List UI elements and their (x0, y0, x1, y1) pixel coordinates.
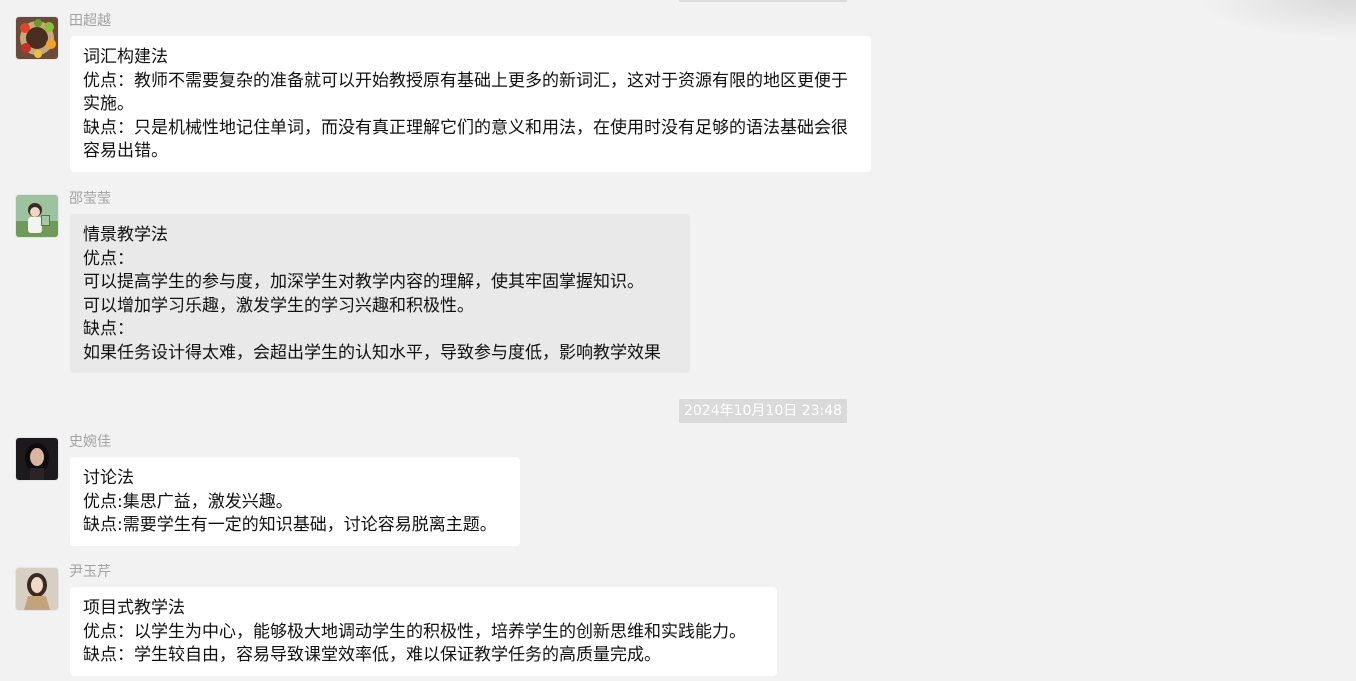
portrait-avatar-icon[interactable] (16, 568, 58, 610)
message-line: 优点：教师不需要复杂的准备就可以开始教授原有基础上更多的新词汇，这对于资源有限的… (83, 70, 848, 115)
girl-in-field-avatar-icon[interactable] (16, 195, 58, 237)
message-line: 缺点:需要学生有一定的知识基础，讨论容易脱离主题。 (83, 515, 497, 535)
message-line: 情景教学法 (83, 225, 168, 245)
dark-portrait-avatar-icon[interactable] (16, 438, 58, 480)
message-line: 优点： (83, 248, 134, 269)
message-line: 如果任务设计得太难，会超出学生的认知水平，导致参与度低，影响教学效果 (83, 342, 661, 363)
previous-timestamp-fragment (679, 0, 847, 2)
sender-name: 史婉佳 (69, 434, 111, 450)
message-bubble[interactable]: 讨论法 优点:集思广益，激发兴趣。 缺点:需要学生有一定的知识基础，讨论容易脱离… (70, 457, 520, 546)
message-line: 词汇构建法 (83, 47, 168, 67)
message-line: 优点：以学生为中心，能够极大地调动学生的积极性，培养学生的创新思维和实践能力。 (83, 621, 746, 642)
sender-name: 田超越 (69, 13, 111, 29)
message-line: 可以提高学生的参与度，加深学生对教学内容的理解，使其牢固掌握知识。 (83, 272, 644, 292)
message-bubble[interactable]: 项目式教学法 优点：以学生为中心，能够极大地调动学生的积极性，培养学生的创新思维… (70, 587, 777, 676)
message-line: 缺点：只是机械性地记住单词，而没有真正理解它们的意义和用法，在使用时没有足够的语… (83, 117, 848, 162)
message-bubble[interactable]: 情景教学法 优点： 可以提高学生的参与度，加深学生对教学内容的理解，使其牢固掌握… (70, 214, 690, 373)
sender-name: 尹玉芹 (69, 564, 111, 580)
message-line: 缺点：学生较自由，容易导致课堂效率低，难以保证教学任务的高质量完成。 (83, 645, 661, 665)
message-line: 优点:集思广益，激发兴趣。 (83, 491, 293, 512)
sender-name: 邵莹莹 (69, 191, 111, 207)
fruit-bowl-avatar-icon[interactable] (16, 17, 58, 59)
timestamp-badge: 2024年10月10日 23:48 (679, 399, 847, 423)
message-line: 讨论法 (83, 468, 134, 488)
message-line: 可以增加学习乐趣，激发学生的学习兴趣和积极性。 (83, 295, 474, 316)
message-line: 缺点： (83, 319, 134, 339)
message-line: 项目式教学法 (83, 598, 185, 618)
window-shadow (1196, 0, 1356, 40)
message-bubble[interactable]: 词汇构建法 优点：教师不需要复杂的准备就可以开始教授原有基础上更多的新词汇，这对… (70, 36, 871, 172)
